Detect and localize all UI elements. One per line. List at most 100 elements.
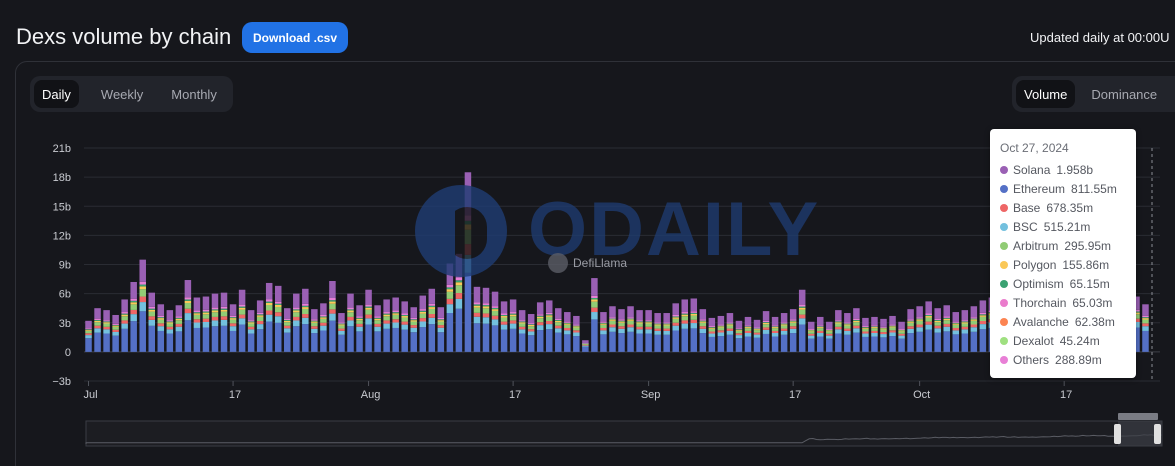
bar-segment-solana[interactable] <box>94 308 101 319</box>
bar-segment-base[interactable] <box>491 315 499 320</box>
bar-segment-base[interactable] <box>293 316 300 321</box>
bar-segment-optimism[interactable] <box>735 329 743 330</box>
bar-segment-arbitrum[interactable] <box>907 322 914 327</box>
bar-segment-arbitrum[interactable] <box>961 323 969 327</box>
bar-segment-polygon[interactable] <box>726 324 734 326</box>
bar-segment-others[interactable] <box>329 298 336 301</box>
bar-segment-others[interactable] <box>482 303 490 306</box>
bar-segment-bsc[interactable] <box>835 329 842 334</box>
bar-segment-ethereum[interactable] <box>753 337 761 352</box>
bar-segment-arbitrum[interactable] <box>293 312 300 317</box>
bar-segment-optimism[interactable] <box>943 317 950 319</box>
bar-segment-polygon[interactable] <box>844 324 851 326</box>
bar-segment-polygon[interactable] <box>211 310 219 313</box>
bar-segment-arbitrum[interactable] <box>798 309 806 315</box>
bar-segment-polygon[interactable] <box>564 323 571 325</box>
bar-segment-base[interactable] <box>753 332 761 335</box>
bar-segment-solana[interactable] <box>835 310 842 321</box>
bar-segment-others[interactable] <box>94 318 101 320</box>
bar-segment-ethereum[interactable] <box>157 330 165 352</box>
bar-segment-others[interactable] <box>708 326 716 328</box>
bar-segment-bsc[interactable] <box>1142 326 1149 331</box>
bar-segment-ethereum[interactable] <box>934 332 941 352</box>
bar-segment-solana[interactable] <box>663 313 670 323</box>
bar-segment-solana[interactable] <box>130 281 137 299</box>
bar-segment-solana[interactable] <box>85 320 92 329</box>
bar-segment-others[interactable] <box>518 320 526 322</box>
bar-segment-optimism[interactable] <box>256 314 264 316</box>
bar-segment-base[interactable] <box>473 312 481 317</box>
bar-segment-polygon[interactable] <box>826 330 833 332</box>
bar-segment-ethereum[interactable] <box>690 328 698 352</box>
bar-segment-arbitrum[interactable] <box>889 327 896 331</box>
bar-segment-arbitrum[interactable] <box>654 325 661 329</box>
bar-segment-others[interactable] <box>826 329 833 330</box>
bar-segment-optimism[interactable] <box>500 315 508 317</box>
bar-segment-polygon[interactable] <box>473 305 481 308</box>
bar-segment-polygon[interactable] <box>627 319 634 321</box>
bar-segment-bsc[interactable] <box>410 327 417 333</box>
bar-segment-base[interactable] <box>672 322 679 326</box>
bar-segment-arbitrum[interactable] <box>130 304 137 310</box>
bar-segment-base[interactable] <box>193 319 201 323</box>
bar-segment-polygon[interactable] <box>419 311 427 314</box>
bar-segment-base[interactable] <box>699 326 707 329</box>
bar-segment-polygon[interactable] <box>157 318 165 320</box>
bar-segment-solana[interactable] <box>735 320 743 329</box>
bar-segment-base[interactable] <box>347 316 354 321</box>
bar-segment-polygon[interactable] <box>527 324 535 327</box>
bar-segment-bsc[interactable] <box>573 332 580 337</box>
bar-segment-solana[interactable] <box>302 288 309 304</box>
bar-segment-bsc[interactable] <box>726 330 734 335</box>
bar-segment-optimism[interactable] <box>229 317 237 319</box>
bar-segment-arbitrum[interactable] <box>871 328 878 331</box>
bar-segment-others[interactable] <box>582 343 589 344</box>
bar-segment-polygon[interactable] <box>690 313 698 316</box>
bar-segment-ethereum[interactable] <box>284 332 291 352</box>
bar-segment-others[interactable] <box>103 320 110 322</box>
bar-segment-arbitrum[interactable] <box>302 308 309 315</box>
bar-segment-arbitrum[interactable] <box>555 322 562 326</box>
bar-segment-others[interactable] <box>889 324 896 326</box>
bar-segment-others[interactable] <box>871 325 878 327</box>
bar-segment-base[interactable] <box>401 321 408 325</box>
bar-segment-base[interactable] <box>247 326 255 330</box>
bar-segment-optimism[interactable] <box>726 323 734 325</box>
bar-segment-bsc[interactable] <box>103 329 110 334</box>
bar-segment-optimism[interactable] <box>780 323 788 325</box>
bar-segment-bsc[interactable] <box>844 330 851 335</box>
bar-segment-arbitrum[interactable] <box>184 303 192 309</box>
bar-segment-solana[interactable] <box>220 292 228 307</box>
bar-segment-base[interactable] <box>103 326 110 330</box>
bar-segment-arbitrum[interactable] <box>329 303 336 310</box>
bar-segment-optimism[interactable] <box>139 284 146 287</box>
bar-segment-ethereum[interactable] <box>961 333 969 352</box>
bar-segment-base[interactable] <box>464 244 472 255</box>
bar-segment-solana[interactable] <box>889 315 896 325</box>
bar-segment-base[interactable] <box>166 326 174 330</box>
bar-segment-optimism[interactable] <box>663 323 670 325</box>
bar-segment-polygon[interactable] <box>862 327 869 329</box>
bar-segment-bsc[interactable] <box>112 331 119 336</box>
bar-segment-bsc[interactable] <box>401 324 408 330</box>
bar-segment-base[interactable] <box>582 344 589 346</box>
bar-segment-bsc[interactable] <box>898 335 905 339</box>
bar-segment-solana[interactable] <box>961 310 969 321</box>
bar-segment-ethereum[interactable] <box>943 331 950 352</box>
bar-segment-solana[interactable] <box>943 305 950 317</box>
bar-segment-base[interactable] <box>555 325 562 329</box>
bar-segment-base[interactable] <box>780 328 788 331</box>
bar-segment-bsc[interactable] <box>166 329 174 334</box>
bar-segment-base[interactable] <box>1142 323 1149 327</box>
bar-segment-bsc[interactable] <box>699 328 707 334</box>
bar-segment-base[interactable] <box>916 324 923 328</box>
bar-segment-optimism[interactable] <box>527 324 535 325</box>
bar-segment-arbitrum[interactable] <box>103 323 110 327</box>
bar-segment-ethereum[interactable] <box>356 331 363 352</box>
bar-segment-polygon[interactable] <box>437 320 445 322</box>
bar-segment-others[interactable] <box>401 313 408 316</box>
bar-segment-bsc[interactable] <box>148 319 156 326</box>
bar-segment-polygon[interactable] <box>618 321 625 323</box>
bar-segment-base[interactable] <box>826 333 833 336</box>
bar-segment-bsc[interactable] <box>455 298 463 309</box>
